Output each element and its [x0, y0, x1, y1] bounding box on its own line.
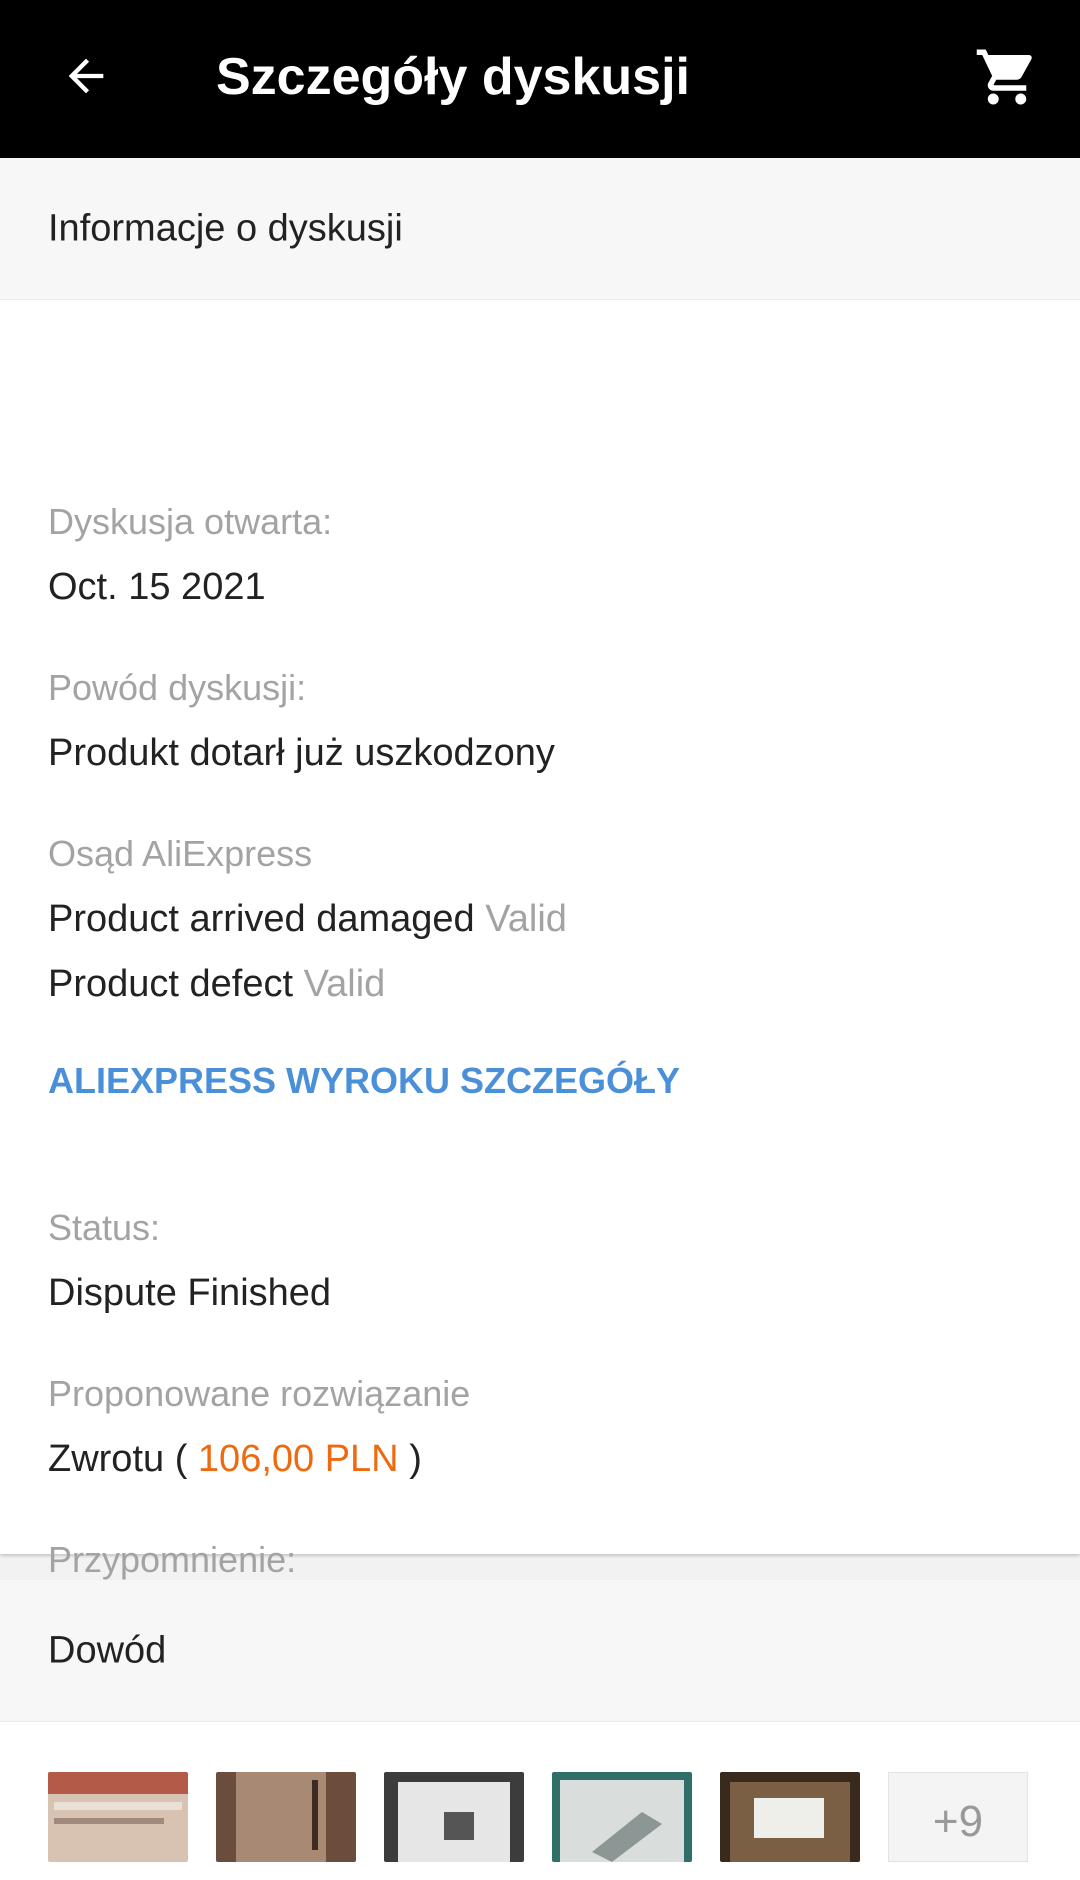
solution-suffix: )	[409, 1438, 422, 1480]
opened-label: Dyskusja otwarta:	[48, 501, 333, 542]
evidence-photo[interactable]	[720, 1772, 860, 1862]
photo-thumbnail	[216, 1772, 356, 1862]
solution-label: Proponowane rozwiązanie	[48, 1373, 471, 1414]
cart-button[interactable]	[968, 38, 1046, 116]
photo-thumbnail	[720, 1772, 860, 1862]
reason-value: Produkt dotarł już uszkodzony	[48, 732, 555, 774]
section-title: Informacje o dyskusji	[48, 207, 403, 249]
photo-thumbnail	[384, 1772, 524, 1862]
verdict-text: Product defect	[48, 963, 294, 1005]
back-button[interactable]	[50, 40, 122, 112]
page-title: Szczegóły dyskusji	[216, 48, 690, 106]
reminder-label: Przypomnienie:	[48, 1539, 297, 1580]
evidence-photo[interactable]	[552, 1772, 692, 1862]
solution-prefix: Zwrotu (	[48, 1438, 188, 1480]
status-label: Status:	[48, 1207, 161, 1248]
reason-label: Powód dyskusji:	[48, 667, 307, 708]
evidence-photo[interactable]	[216, 1772, 356, 1862]
dispute-info-card: Informacje o dyskusji Dyskusja otwarta: …	[0, 158, 1080, 1580]
top-app-bar: Szczegóły dyskusji	[0, 0, 1080, 158]
shopping-cart-icon	[976, 49, 1032, 105]
evidence-photo[interactable]	[384, 1772, 524, 1862]
solution-value: Zwrotu ( 106,00 PLN )	[48, 1436, 422, 1482]
photo-thumbnail	[48, 1772, 188, 1862]
photo-thumbnail	[552, 1772, 692, 1862]
verdict-status: Valid	[485, 898, 567, 940]
status-value: Dispute Finished	[48, 1272, 332, 1314]
verdict-item: Product arrived damaged Valid	[48, 896, 567, 942]
verdict-details-link[interactable]: ALIEXPRESS WYROKU SZCZEGÓŁY	[48, 1059, 680, 1103]
dispute-info-header: Informacje o dyskusji	[0, 158, 1080, 300]
refund-amount: 106,00 PLN	[197, 1438, 399, 1480]
verdict-text: Product arrived damaged	[48, 898, 475, 940]
more-photos-button[interactable]: +9	[888, 1772, 1028, 1862]
verdict-item: Product defect Valid	[48, 961, 385, 1007]
evidence-header: Dowód	[0, 1580, 1080, 1722]
evidence-photo[interactable]	[48, 1772, 188, 1862]
arrow-left-icon	[68, 58, 104, 94]
more-photos-count: +9	[932, 1797, 984, 1846]
section-title: Dowód	[48, 1629, 167, 1671]
verdict-label: Osąd AliExpress	[48, 833, 313, 874]
opened-date: Oct. 15 2021	[48, 566, 266, 608]
verdict-status: Valid	[303, 963, 386, 1005]
